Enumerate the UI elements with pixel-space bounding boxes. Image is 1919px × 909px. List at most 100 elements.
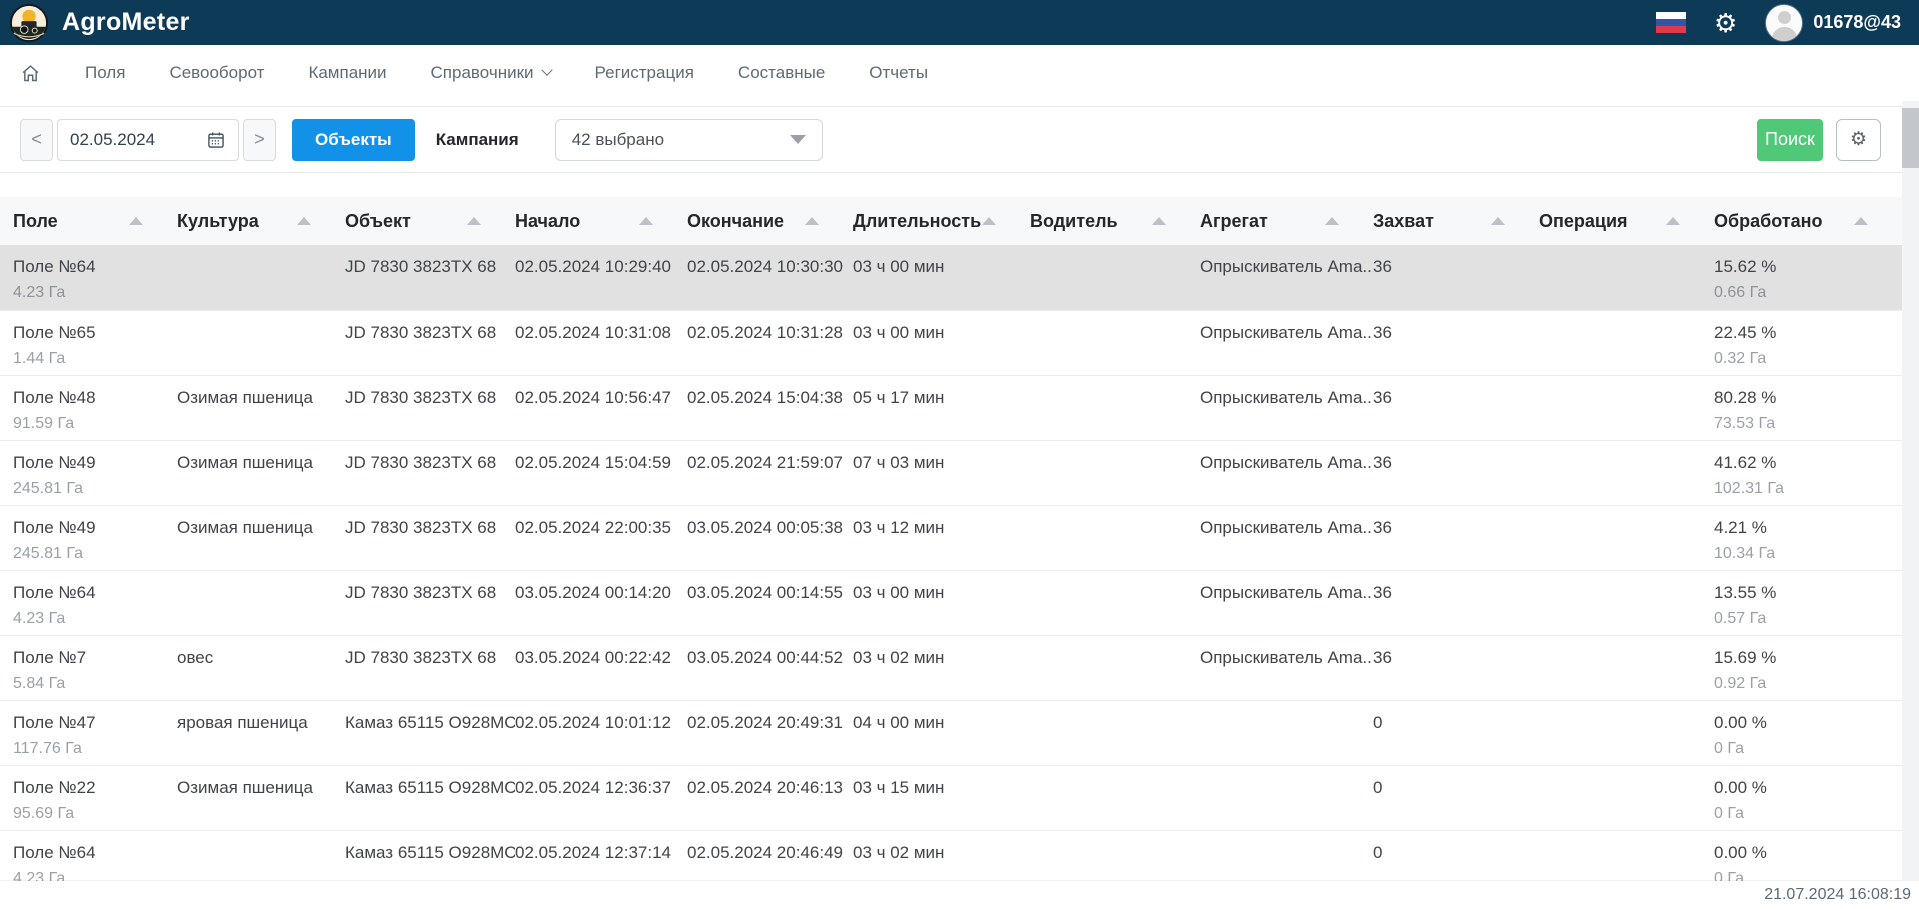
cell-value: Поле №49 bbox=[13, 518, 169, 538]
cell-culture: Озимая пшеница bbox=[177, 440, 345, 505]
cell-duration: 03 ч 00 мин bbox=[853, 570, 1030, 635]
cell-object: JD 7830 3823TX 68 bbox=[345, 635, 515, 700]
table-settings-button[interactable]: ⚙ bbox=[1836, 119, 1881, 161]
column-header-object[interactable]: Объект bbox=[345, 197, 515, 245]
sort-arrow-icon bbox=[129, 217, 143, 225]
sort-arrow-icon bbox=[639, 217, 653, 225]
table-row[interactable]: Поле №4891.59 ГаОзимая пшеницаJD 7830 38… bbox=[0, 375, 1902, 440]
user-avatar-icon bbox=[1765, 4, 1803, 42]
scrollbar-thumb[interactable] bbox=[1902, 108, 1919, 168]
sort-arrow-icon bbox=[1666, 217, 1680, 225]
table-row[interactable]: Поле №651.44 ГаJD 7830 3823TX 6802.05.20… bbox=[0, 310, 1902, 375]
column-label: Обработано bbox=[1714, 211, 1822, 232]
cell-value: овес bbox=[177, 648, 337, 668]
sort-arrow-icon bbox=[982, 217, 996, 225]
cell-value: JD 7830 3823TX 68 bbox=[345, 388, 507, 408]
cell-subvalue: 1.44 Га bbox=[13, 350, 169, 368]
cell-value: Поле №47 bbox=[13, 713, 169, 733]
cell-operation bbox=[1539, 440, 1714, 505]
cell-subvalue: 4.23 Га bbox=[13, 610, 169, 628]
language-flag-icon[interactable] bbox=[1656, 12, 1686, 33]
cell-operation bbox=[1539, 505, 1714, 570]
table-row[interactable]: Поле №2295.69 ГаОзимая пшеницаКамаз 6511… bbox=[0, 765, 1902, 830]
column-header-culture[interactable]: Культура bbox=[177, 197, 345, 245]
cell-value: 02.05.2024 20:49:31 bbox=[687, 713, 845, 733]
cell-driver bbox=[1030, 635, 1200, 700]
column-header-start[interactable]: Начало bbox=[515, 197, 687, 245]
nav-item-crop-rotation[interactable]: Севооборот bbox=[169, 63, 264, 83]
cell-value: 05 ч 17 мин bbox=[853, 388, 1022, 408]
column-label: Захват bbox=[1373, 211, 1434, 232]
table-row[interactable]: Поле №644.23 ГаJD 7830 3823TX 6803.05.20… bbox=[0, 570, 1902, 635]
user-menu[interactable]: 01678@43 bbox=[1765, 4, 1901, 42]
cell-value: Опрыскиватель Ama... bbox=[1200, 257, 1365, 277]
cell-field: Поле №2295.69 Га bbox=[0, 765, 177, 830]
cell-subvalue: 117.76 Га bbox=[13, 740, 169, 758]
table-header-row: ПолеКультураОбъект НачалоОкончаниеДлитель… bbox=[0, 197, 1902, 245]
cell-value: 02.05.2024 10:30:30 bbox=[687, 257, 845, 277]
campaign-tab-button[interactable]: Кампания bbox=[415, 119, 540, 161]
cell-value: 02.05.2024 10:31:28 bbox=[687, 323, 845, 343]
nav-item-label: Севооборот bbox=[169, 63, 264, 83]
cell-processed_pct: 15.69 %0.92 Га bbox=[1714, 635, 1902, 700]
search-button[interactable]: Поиск bbox=[1757, 119, 1823, 161]
date-input[interactable]: 02.05.2024 bbox=[57, 119, 239, 161]
column-label: Объект bbox=[345, 211, 411, 232]
objects-tab-button[interactable]: Объекты bbox=[292, 119, 415, 161]
cell-value: 04 ч 00 мин bbox=[853, 713, 1022, 733]
nav-item-label: Составные bbox=[738, 63, 825, 83]
cell-field: Поле №49245.81 Га bbox=[0, 505, 177, 570]
nav-item-composite[interactable]: Составные bbox=[738, 63, 825, 83]
column-header-end[interactable]: Окончание bbox=[687, 197, 853, 245]
cell-operation bbox=[1539, 245, 1714, 310]
cell-value: Опрыскиватель Ama... bbox=[1200, 583, 1365, 603]
column-label: Водитель bbox=[1030, 211, 1118, 232]
nav-item-reports[interactable]: Отчеты bbox=[869, 63, 928, 83]
cell-culture: Озимая пшеница bbox=[177, 505, 345, 570]
cell-object: JD 7830 3823TX 68 bbox=[345, 440, 515, 505]
table-row[interactable]: Поле №49245.81 ГаОзимая пшеницаJD 7830 3… bbox=[0, 505, 1902, 570]
table-row[interactable]: Поле №49245.81 ГаОзимая пшеницаJD 7830 3… bbox=[0, 440, 1902, 505]
cell-culture: Озимая пшеница bbox=[177, 375, 345, 440]
home-icon[interactable] bbox=[20, 63, 41, 84]
cell-duration: 03 ч 00 мин bbox=[853, 245, 1030, 310]
cell-field: Поле №75.84 Га bbox=[0, 635, 177, 700]
cell-culture bbox=[177, 570, 345, 635]
cell-value: 03 ч 02 мин bbox=[853, 648, 1022, 668]
column-header-operation[interactable]: Операция bbox=[1539, 197, 1714, 245]
nav-item-fields[interactable]: Поля bbox=[85, 63, 125, 83]
cell-culture: Озимая пшеница bbox=[177, 765, 345, 830]
cell-operation bbox=[1539, 765, 1714, 830]
table-row[interactable]: Поле №75.84 ГаовесJD 7830 3823TX 6803.05… bbox=[0, 635, 1902, 700]
vertical-scrollbar[interactable] bbox=[1902, 101, 1919, 881]
cell-start: 02.05.2024 10:31:08 bbox=[515, 310, 687, 375]
column-header-duration[interactable]: Длительность bbox=[853, 197, 1030, 245]
nav-item-registration[interactable]: Регистрация bbox=[595, 63, 694, 83]
cell-subvalue: 10.34 Га bbox=[1714, 545, 1894, 563]
objects-select[interactable]: 42 выбрано bbox=[555, 119, 823, 161]
column-header-capture[interactable]: Захват bbox=[1373, 197, 1539, 245]
cell-operation bbox=[1539, 570, 1714, 635]
sort-arrow-icon bbox=[1152, 217, 1166, 225]
cell-value: 0 bbox=[1373, 713, 1531, 733]
date-prev-button[interactable]: < bbox=[20, 119, 53, 161]
nav-item-label: Отчеты bbox=[869, 63, 928, 83]
table-row[interactable]: Поле №47117.76 Гаяровая пшеницаКамаз 651… bbox=[0, 700, 1902, 765]
nav-item-directories[interactable]: Справочники bbox=[431, 63, 551, 83]
nav-item-campaigns[interactable]: Кампании bbox=[308, 63, 386, 83]
column-header-field[interactable]: Поле bbox=[0, 197, 177, 245]
cell-value: 03.05.2024 00:14:55 bbox=[687, 583, 845, 603]
cell-value: 02.05.2024 15:04:59 bbox=[515, 453, 679, 473]
cell-value: Озимая пшеница bbox=[177, 388, 337, 408]
cell-driver bbox=[1030, 375, 1200, 440]
table-row[interactable]: Поле №644.23 ГаJD 7830 3823TX 6802.05.20… bbox=[0, 245, 1902, 310]
column-header-driver[interactable]: Водитель bbox=[1030, 197, 1200, 245]
cell-value: Озимая пшеница bbox=[177, 453, 337, 473]
column-header-processed_pct[interactable]: Обработано bbox=[1714, 197, 1902, 245]
cell-driver bbox=[1030, 570, 1200, 635]
cell-value: Камаз 65115 О928МС... bbox=[345, 843, 507, 863]
cell-duration: 05 ч 17 мин bbox=[853, 375, 1030, 440]
date-next-button[interactable]: > bbox=[243, 119, 276, 161]
column-header-aggregate[interactable]: Агрегат bbox=[1200, 197, 1373, 245]
settings-gear-icon[interactable]: ⚙ bbox=[1714, 10, 1737, 36]
